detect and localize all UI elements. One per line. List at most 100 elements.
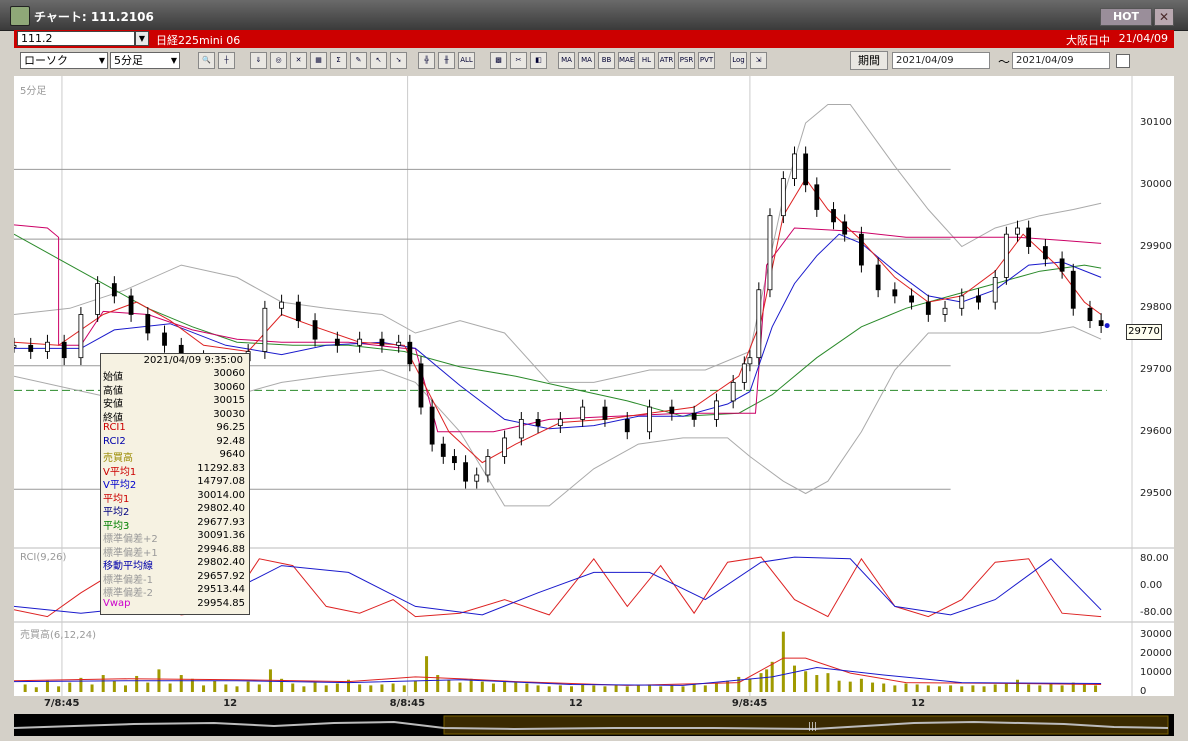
tooltip-value: 30015 <box>213 395 245 406</box>
atr-icon[interactable]: ATR <box>658 52 675 69</box>
zoom-icon[interactable]: 🔍 <box>198 52 215 69</box>
candle-body <box>535 419 541 426</box>
pvt-icon[interactable]: PVT <box>698 52 715 69</box>
candle-body <box>942 307 948 315</box>
volume-bar <box>1094 685 1098 692</box>
grid-tool-icon[interactable]: ▦ <box>310 52 327 69</box>
ma-icon[interactable]: MA <box>578 52 595 69</box>
tools-icon[interactable]: ✂ <box>510 52 527 69</box>
volume-bar <box>982 686 986 692</box>
volume-bar <box>815 675 819 692</box>
volume-bar <box>179 675 183 692</box>
tooltip-value: 29677.93 <box>197 516 245 528</box>
ma-pp-icon[interactable]: MA <box>558 52 575 69</box>
tooltip-row: RCI1 96.25 <box>103 422 245 435</box>
volume-bar <box>737 676 741 692</box>
volume-bar <box>57 686 61 692</box>
candle-body <box>45 341 50 352</box>
volume-bar <box>547 686 551 692</box>
volume-bar <box>525 683 529 692</box>
tooltip-row: RCI2 92.48 <box>103 436 245 449</box>
candle-a-icon[interactable]: ╬ <box>418 52 435 69</box>
rci-tick-label: 0.00 <box>1140 580 1163 591</box>
all-icon[interactable]: ALL <box>458 52 475 69</box>
candle-body <box>418 363 424 408</box>
close-icon[interactable]: ✕ <box>1154 8 1174 26</box>
color-icon[interactable]: ◧ <box>530 52 547 69</box>
candle-b-icon[interactable]: ╫ <box>438 52 455 69</box>
chart-toolbar: ローソク ▼ 5分足 ▼ 🔍 ┼ ⇓ ◎ ✕ ▦ Σ ✎ ↖ ➘ ╬ ╫ ALL ▩ ✂ ◧ MA MA BB MAE HL… <box>14 48 1174 74</box>
volume-bar <box>101 675 105 692</box>
price-tick-label: 29900 <box>1140 240 1172 252</box>
volume-bar <box>614 685 618 692</box>
chart-area[interactable]: 5分足 RCI(9,26) 売買高(6,12,24) 2021/04/09 9:… <box>11 76 1174 696</box>
price-tick-label: 29800 <box>1140 302 1172 314</box>
volume-bar <box>971 685 975 692</box>
instrument-name: 日経225mini 06 <box>156 34 241 47</box>
bb-icon[interactable]: BB <box>598 52 615 69</box>
interval-select[interactable]: 5分足 ▼ <box>110 52 180 69</box>
chevron-down-icon: ▼ <box>98 56 105 65</box>
price-tick-label: 29500 <box>1140 487 1172 499</box>
period-button[interactable]: 期間 <box>850 51 888 70</box>
volume-bar <box>714 683 718 692</box>
tooltip-row: 標準偏差+1 29946.88 <box>103 544 245 559</box>
chart-scrollbar[interactable]: ||| <box>13 714 1174 736</box>
grid-pattern-icon[interactable]: ▩ <box>490 52 507 69</box>
exchange-name: 大阪日中 <box>1066 34 1110 47</box>
chart-app-icon <box>10 6 30 26</box>
volume-bar <box>313 682 317 692</box>
price-tick-label: 29700 <box>1140 364 1172 376</box>
volume-bar <box>146 682 150 692</box>
candle-body <box>959 295 965 309</box>
date-to-field[interactable]: 2021/04/09 <box>1012 52 1110 69</box>
symbol-input[interactable]: 111.2 <box>17 31 135 46</box>
volume-bar <box>235 686 239 692</box>
hl-icon[interactable]: HL <box>638 52 655 69</box>
candle-body <box>440 443 446 457</box>
candle-body <box>767 215 773 291</box>
volume-tick-label: 10000 <box>1140 667 1172 679</box>
cursor-icon[interactable]: ↖ <box>370 52 387 69</box>
chart-type-select[interactable]: ローソク ▼ <box>20 52 108 69</box>
download-icon[interactable]: ⇓ <box>250 52 267 69</box>
psr-icon[interactable]: PSR <box>678 52 695 69</box>
volume-bar <box>926 685 930 692</box>
volume-tick-label: 30000 <box>1140 629 1172 641</box>
candle-body <box>11 344 17 348</box>
volume-bar <box>380 684 384 692</box>
volume-bar <box>949 685 953 692</box>
volume-bar <box>570 686 573 692</box>
tooltip-value: 30060 <box>213 368 245 379</box>
candle-body <box>379 338 385 346</box>
candle-body <box>992 277 998 303</box>
candle-body <box>78 314 84 359</box>
cross-tool-icon[interactable]: ✕ <box>290 52 307 69</box>
volume-bar <box>603 686 607 692</box>
volume-bar <box>45 680 49 692</box>
volume-bar <box>904 683 908 692</box>
time-tick-label: 12 <box>223 698 238 709</box>
export-icon[interactable]: ⇲ <box>750 52 767 69</box>
candle-body <box>429 406 435 445</box>
volume-bar <box>759 673 763 692</box>
range-checkbox[interactable] <box>1116 54 1130 68</box>
search-chart-icon[interactable]: ◎ <box>270 52 287 69</box>
candle-body <box>756 289 762 359</box>
arrow-icon[interactable]: ➘ <box>390 52 407 69</box>
pen-icon[interactable]: ✎ <box>350 52 367 69</box>
mae-icon[interactable]: MAE <box>618 52 635 69</box>
candle-body <box>691 412 697 420</box>
chevron-down-icon[interactable]: ▼ <box>135 31 149 46</box>
hot-button[interactable]: HOT <box>1100 8 1152 26</box>
volume-bar <box>1016 679 1019 692</box>
crosshair-icon[interactable]: ┼ <box>218 52 235 69</box>
time-tick-label: 12 <box>568 698 583 709</box>
sigma-icon[interactable]: Σ <box>330 52 347 69</box>
log-icon[interactable]: Log <box>730 52 747 69</box>
volume-bar <box>871 682 875 692</box>
date-from-field[interactable]: 2021/04/09 <box>892 52 990 69</box>
rci-tick-label: -80.00 <box>1140 607 1173 619</box>
candle-body <box>909 295 914 303</box>
candle-body <box>1015 227 1020 235</box>
